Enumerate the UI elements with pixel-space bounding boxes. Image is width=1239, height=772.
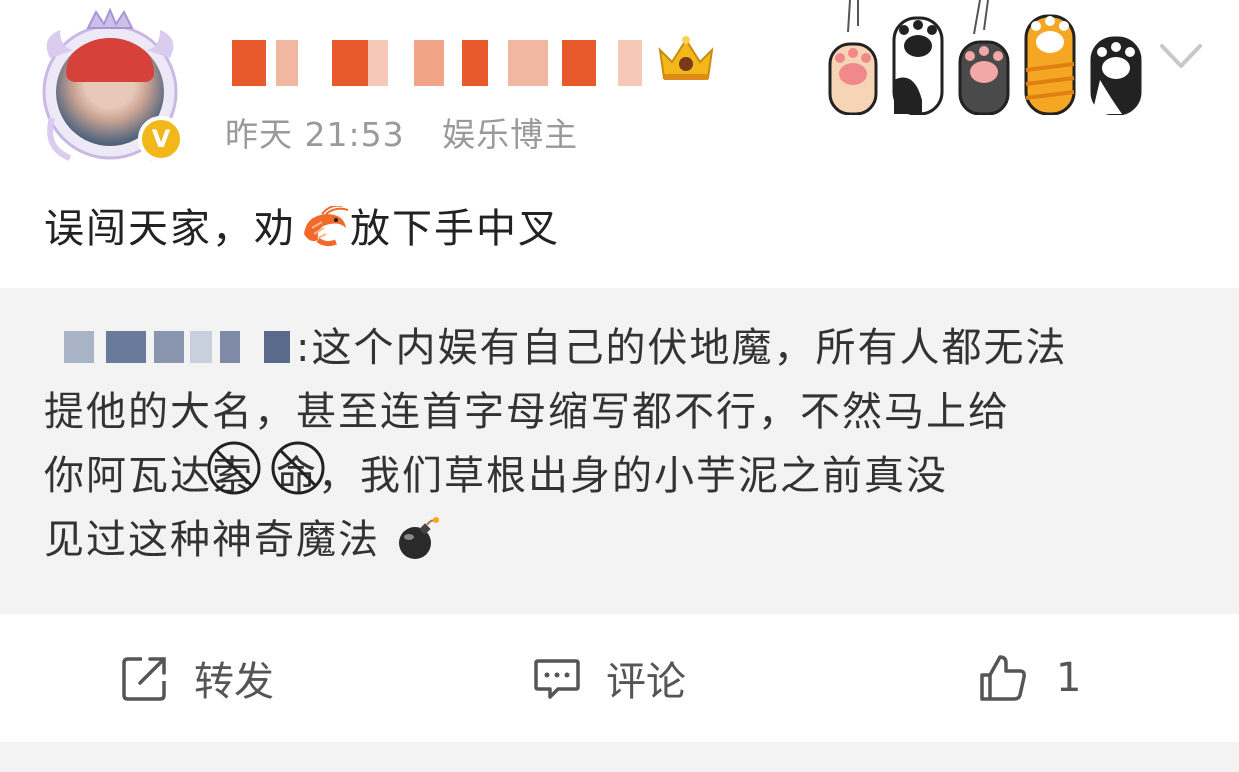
repost-line3-after: ，我们草根出身的小芋泥之前真没 [318,453,948,499]
prohibited-circle-icon [271,441,325,495]
post-body: 误闯天家，劝 放下手中叉 [44,196,560,254]
username-pixelated[interactable] [232,40,652,86]
feed-divider [0,742,1239,772]
comment-icon [534,659,580,699]
comment-button[interactable]: 评论 [532,652,686,705]
repost-text: :这个内娱有自己的伏地魔，所有人都无法 提他的大名，甚至连首字母缩写都不行，不然… [44,316,1204,572]
cat-paws-decoration-icon [828,0,1142,115]
timestamp: 昨天 21:53 [225,115,405,154]
prohibited-circle-icon [207,441,261,495]
repost-line1: :这个内娱有自己的伏地魔，所有人都无法 [296,325,1068,371]
circled-char-1: 索 [207,441,261,508]
post-text-after: 放下手中叉 [350,206,560,252]
like-count: 1 [1056,655,1082,701]
post-meta: 昨天 21:53 娱乐博主 [225,108,604,156]
author-tag: 娱乐博主 [442,115,579,154]
action-bar: 转发 评论 1 [0,614,1239,742]
verify-badge-icon: V [138,116,184,162]
repost-block[interactable]: :这个内娱有自己的伏地魔，所有人都无法 提他的大名，甚至连首字母缩写都不行，不然… [0,288,1239,614]
post-text-before: 误闯天家，劝 [44,206,296,252]
repost-line3-before: 你阿瓦达 [44,453,212,499]
post-header: V 昨天 21:53 娱乐博主 [0,0,1239,180]
thumbs-up-icon [980,655,1026,701]
crown-icon [658,36,714,80]
shrimp-emoji-icon [304,206,349,247]
repost-line2: 提他的大名，甚至连首字母缩写都不行，不然马上给 [44,389,1010,435]
repost-line4: 见过这种神奇魔法 [44,517,380,563]
circled-char-2: 命 [271,441,325,508]
share-label: 转发 [194,659,274,705]
avatar[interactable]: V [30,8,190,168]
share-button[interactable]: 转发 [120,652,274,705]
comment-label: 评论 [606,659,686,705]
like-button[interactable]: 1 [978,652,1081,704]
share-icon [122,657,166,701]
bomb-emoji-icon [398,517,439,559]
mention-pixelated[interactable] [44,327,294,367]
chevron-down-icon[interactable] [1156,36,1206,76]
